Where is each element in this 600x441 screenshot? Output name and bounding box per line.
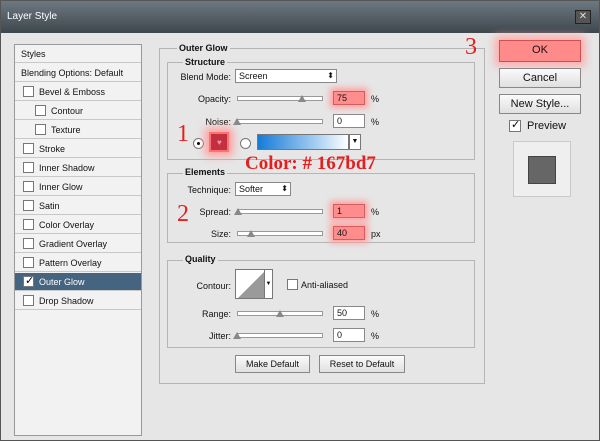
- noise-slider[interactable]: [237, 119, 323, 124]
- noise-unit: %: [371, 117, 380, 127]
- spread-input[interactable]: 1: [333, 204, 365, 218]
- color-annotation: Color: # 167bd7: [245, 153, 376, 174]
- sidebar-item-outer-glow[interactable]: ✓ Outer Glow: [15, 273, 141, 291]
- elements-title: Elements: [183, 167, 228, 177]
- preview-checkbox[interactable]: ✓: [509, 119, 521, 132]
- jitter-slider-handle[interactable]: [233, 332, 241, 339]
- checkmark-icon: ✓: [511, 119, 521, 131]
- jitter-input[interactable]: 0: [333, 328, 365, 342]
- opacity-slider[interactable]: [237, 96, 323, 101]
- contour-label: Contour:: [196, 281, 231, 291]
- inner-glow-checkbox[interactable]: [23, 181, 34, 192]
- inner-shadow-checkbox[interactable]: [23, 162, 34, 173]
- bevel-checkbox[interactable]: [23, 86, 34, 97]
- updown-arrow-icon: ⬍: [281, 184, 288, 193]
- reset-to-default-button[interactable]: Reset to Default: [319, 355, 405, 373]
- gradient-overlay-checkbox[interactable]: [23, 238, 34, 249]
- sidebar-item-gradient-overlay[interactable]: Gradient Overlay: [15, 235, 141, 253]
- size-label: Size:: [210, 229, 231, 239]
- sidebar-item-bevel-emboss[interactable]: Bevel & Emboss: [15, 83, 141, 101]
- outer-glow-checkbox[interactable]: ✓: [23, 275, 35, 287]
- new-style-button[interactable]: New Style...: [499, 94, 581, 114]
- panel-title: Outer Glow: [177, 43, 230, 53]
- opacity-slider-handle[interactable]: [297, 95, 306, 102]
- annotation-number-2: 2: [177, 201, 189, 227]
- opacity-unit: %: [371, 94, 380, 104]
- size-unit: px: [371, 229, 381, 239]
- preview-swatch: [528, 156, 556, 184]
- styles-list: Styles Blending Options: Default Bevel &…: [14, 44, 142, 436]
- gradient-radio[interactable]: [240, 138, 251, 149]
- pattern-overlay-checkbox[interactable]: [23, 257, 34, 268]
- jitter-label: Jitter:: [208, 331, 231, 341]
- styles-header[interactable]: Styles: [15, 45, 141, 63]
- preview-label: Preview: [527, 120, 567, 132]
- contour-dropdown-button[interactable]: ▼: [265, 269, 273, 299]
- title-bar: Layer Style ✕: [1, 1, 599, 33]
- sidebar-item-blending-options[interactable]: Blending Options: Default: [15, 64, 141, 82]
- sidebar-item-pattern-overlay[interactable]: Pattern Overlay: [15, 254, 141, 272]
- size-input[interactable]: 40: [333, 226, 365, 240]
- gradient-picker[interactable]: [257, 134, 349, 150]
- quality-title: Quality: [183, 254, 218, 264]
- anti-aliased-checkbox[interactable]: [287, 279, 298, 290]
- jitter-slider[interactable]: [237, 333, 323, 338]
- range-label: Range:: [201, 309, 231, 319]
- swatch-marker-icon: ♥: [217, 138, 222, 147]
- technique-label: Technique:: [187, 185, 231, 195]
- preview-thumbnail: [513, 141, 571, 197]
- sidebar-item-inner-glow[interactable]: Inner Glow: [15, 178, 141, 196]
- cancel-button[interactable]: Cancel: [499, 68, 581, 88]
- technique-select[interactable]: Softer ⬍: [235, 182, 291, 196]
- blend-mode-label: Blend Mode:: [180, 72, 231, 82]
- close-icon: ✕: [578, 11, 588, 22]
- texture-checkbox[interactable]: [35, 124, 46, 135]
- ok-button[interactable]: OK: [499, 40, 581, 62]
- drop-shadow-checkbox[interactable]: [23, 295, 34, 306]
- window-title: Layer Style: [7, 11, 58, 22]
- solid-color-radio[interactable]: [193, 138, 204, 149]
- spread-unit: %: [371, 207, 380, 217]
- gradient-dropdown-button[interactable]: ▼: [349, 134, 361, 150]
- chevron-down-icon: ▼: [351, 138, 359, 145]
- blend-mode-select[interactable]: Screen ⬍: [235, 69, 337, 83]
- close-button[interactable]: ✕: [575, 10, 591, 24]
- chevron-down-icon: ▼: [265, 281, 272, 287]
- range-unit: %: [371, 309, 380, 319]
- sidebar-item-contour[interactable]: Contour: [15, 102, 141, 120]
- checkmark-icon: ✓: [25, 275, 35, 287]
- annotation-number-1: 1: [177, 121, 189, 147]
- structure-title: Structure: [183, 57, 228, 67]
- anti-aliased-label: Anti-aliased: [301, 280, 349, 290]
- range-input[interactable]: 50: [333, 306, 365, 320]
- color-overlay-checkbox[interactable]: [23, 219, 34, 230]
- range-slider-handle[interactable]: [276, 310, 284, 317]
- contour-picker[interactable]: [235, 269, 265, 299]
- size-slider-handle[interactable]: [246, 230, 255, 237]
- noise-slider-handle[interactable]: [233, 118, 241, 125]
- opacity-label: Opacity:: [197, 94, 231, 104]
- sidebar-item-inner-shadow[interactable]: Inner Shadow: [15, 159, 141, 177]
- opacity-input[interactable]: 75: [333, 91, 365, 105]
- spread-slider[interactable]: [237, 209, 323, 214]
- contour-curve-icon: [238, 272, 264, 298]
- sidebar-item-drop-shadow[interactable]: Drop Shadow: [15, 292, 141, 310]
- sidebar-item-color-overlay[interactable]: Color Overlay: [15, 216, 141, 234]
- jitter-unit: %: [371, 331, 380, 341]
- updown-arrow-icon: ⬍: [327, 71, 334, 80]
- spread-slider-handle[interactable]: [233, 208, 242, 215]
- annotation-number-3: 3: [465, 34, 477, 60]
- stroke-checkbox[interactable]: [23, 143, 34, 154]
- glow-color-swatch[interactable]: ♥: [209, 132, 229, 152]
- make-default-button[interactable]: Make Default: [235, 355, 310, 373]
- satin-checkbox[interactable]: [23, 200, 34, 211]
- layer-style-dialog: Layer Style ✕ Styles Blending Options: D…: [0, 0, 600, 441]
- noise-input[interactable]: 0: [333, 114, 365, 128]
- sidebar-item-satin[interactable]: Satin: [15, 197, 141, 215]
- sidebar-item-texture[interactable]: Texture: [15, 121, 141, 139]
- contour-checkbox[interactable]: [35, 105, 46, 116]
- sidebar-item-stroke[interactable]: Stroke: [15, 140, 141, 158]
